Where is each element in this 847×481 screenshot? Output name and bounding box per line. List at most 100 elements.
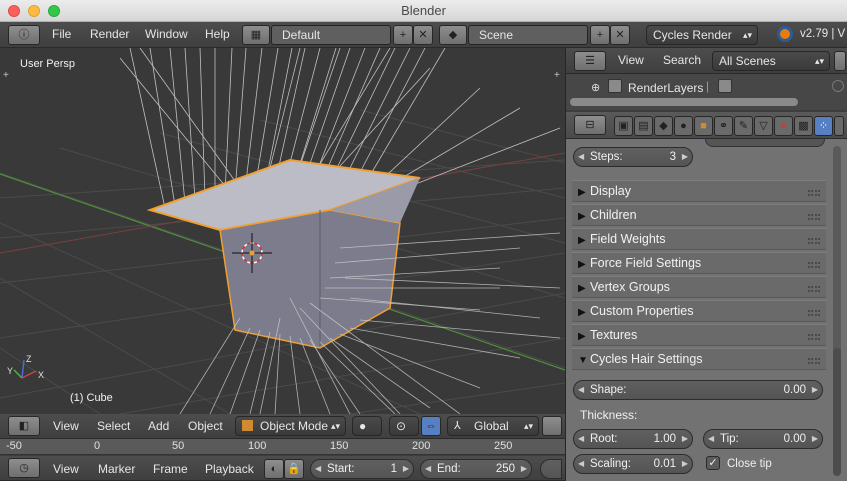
close-tip-checkbox[interactable]: ✓ [706,456,720,470]
lock-button[interactable]: 🔒 [284,459,304,479]
corner-plus-icon[interactable]: + [554,70,560,81]
drag-grip-icon[interactable] [808,190,820,196]
particles-tab[interactable]: ⁘ [814,116,833,136]
outliner-menu-view[interactable]: View [618,48,644,73]
zoom-window-button[interactable] [48,5,60,17]
physics-tab[interactable] [834,116,844,136]
panel-field-weights[interactable]: ▶ Field Weights [572,228,826,250]
increment-icon[interactable]: ▶ [403,460,409,478]
panel-children[interactable]: ▶ Children [572,204,826,226]
panel-cycles-hair-settings[interactable]: ▼ Cycles Hair Settings [572,348,826,370]
decrement-icon[interactable]: ◀ [578,430,584,448]
minimize-window-button[interactable] [28,5,40,17]
current-frame-field[interactable] [540,459,562,479]
menu-window[interactable]: Window [145,22,188,47]
drag-grip-icon[interactable] [808,334,820,340]
panel-force-field-settings[interactable]: ▶ Force Field Settings [572,252,826,274]
increment-icon[interactable]: ▶ [521,460,527,478]
steps-field[interactable]: ◀ Steps: 3 ▶ [573,147,693,167]
restrict-toggle-icon[interactable] [832,80,844,92]
start-frame-field[interactable]: ◀ Start: 1 ▶ [310,459,414,479]
screen-layout-button[interactable]: ▦ [242,25,270,45]
corner-plus-icon[interactable]: + [3,70,9,81]
drag-grip-icon[interactable] [808,262,820,268]
menu-render[interactable]: Render [90,22,129,47]
decrement-icon[interactable]: ◀ [578,455,584,473]
modifiers-tab[interactable]: ✎ [734,116,753,136]
panel-vertex-groups[interactable]: ▶ Vertex Groups [572,276,826,298]
world-tab[interactable]: ● [674,116,693,136]
properties-editor-button[interactable]: ⊟ [574,115,606,135]
timeline-editor-button[interactable]: ◷ [8,458,40,478]
timeline-menu-view[interactable]: View [53,456,79,480]
increment-icon[interactable]: ▶ [812,430,818,448]
increment-icon[interactable]: ▶ [682,455,688,473]
delete-scene-button[interactable]: ✕ [610,25,630,45]
increment-icon[interactable]: ▶ [812,381,818,399]
drag-grip-icon[interactable] [808,238,820,244]
viewport-menu-select[interactable]: Select [97,414,130,438]
scene-name-field[interactable]: Scene [468,25,588,45]
outliner-item-renderlayers[interactable]: RenderLayers [628,81,703,95]
increment-icon[interactable]: ▶ [682,148,688,166]
object-tab[interactable]: ■ [694,116,713,136]
viewport-menu-view[interactable]: View [53,414,79,438]
outliner-editor-button[interactable]: ☰ [574,51,606,71]
scaling-field[interactable]: ◀ Scaling: 0.01 ▶ [573,454,693,474]
drag-grip-icon[interactable] [808,286,820,292]
keying-set-button[interactable]: ◐ [264,459,284,479]
viewport-menu-add[interactable]: Add [148,414,169,438]
add-scene-button[interactable]: + [590,25,610,45]
drag-grip-icon[interactable] [808,310,820,316]
orientation-select[interactable]: ⅄ Global ▴▾ [447,416,539,436]
constraints-tab[interactable]: ⚭ [714,116,733,136]
data-tab[interactable]: ▽ [754,116,773,136]
end-frame-field[interactable]: ◀ End: 250 ▶ [420,459,532,479]
decrement-icon[interactable]: ◀ [578,381,584,399]
decrement-icon[interactable]: ◀ [578,148,584,166]
material-tab[interactable]: ● [774,116,793,136]
render-layers-tab[interactable]: ▤ [634,116,653,136]
pivot-select[interactable]: ⊙ [389,416,419,436]
scene-tab[interactable]: ◆ [654,116,673,136]
timeline-menu-marker[interactable]: Marker [98,456,135,480]
drag-grip-icon[interactable] [808,214,820,220]
add-screen-button[interactable]: + [393,25,413,45]
close-window-button[interactable] [8,5,20,17]
decrement-icon[interactable]: ◀ [425,460,431,478]
panel-textures[interactable]: ▶ Textures [572,324,826,346]
timeline-ruler[interactable]: -50 0 50 100 150 200 250 [0,439,565,455]
timeline-menu-frame[interactable]: Frame [153,456,188,480]
decrement-icon[interactable]: ◀ [708,430,714,448]
delete-screen-button[interactable]: ✕ [413,25,433,45]
timeline-menu-playback[interactable]: Playback [205,456,254,480]
menu-file[interactable]: File [52,22,71,47]
tip-field[interactable]: ◀ Tip: 0.00 ▶ [703,429,823,449]
root-field[interactable]: ◀ Root: 1.00 ▶ [573,429,693,449]
expand-icon[interactable]: ⊕ [591,81,600,94]
mode-select[interactable]: Object Mode ▴▾ [235,416,346,436]
outliner-menu-search[interactable]: Search [663,48,701,73]
increment-icon[interactable]: ▶ [682,430,688,448]
shading-select[interactable]: ● [352,416,382,436]
3d-viewport[interactable]: X Z Y + + User Persp (1) Cube [0,48,565,414]
panel-display[interactable]: ▶ Display [572,180,826,202]
viewport-editor-button[interactable]: ◧ [8,416,40,436]
panel-custom-properties[interactable]: ▶ Custom Properties [572,300,826,322]
screen-name-field[interactable]: Default [271,25,391,45]
manipulator-toggle[interactable]: ⇔ [421,416,441,436]
outliner-scrollbar[interactable] [570,98,798,106]
decrement-icon[interactable]: ◀ [315,460,321,478]
viewport-menu-object[interactable]: Object [188,414,223,438]
render-tab[interactable]: ▣ [614,116,633,136]
editor-type-button[interactable]: ⓘ [8,25,40,45]
properties-scrollbar[interactable] [833,348,841,476]
scene-button[interactable]: ◆ [439,25,467,45]
menu-help[interactable]: Help [205,22,230,47]
partial-field[interactable] [705,139,825,147]
outliner-search-button[interactable] [834,51,846,71]
layer-button[interactable] [542,416,562,436]
drag-grip-icon[interactable] [808,358,820,364]
render-engine-select[interactable]: Cycles Render ▴▾ [646,25,758,45]
texture-tab[interactable]: ▩ [794,116,813,136]
